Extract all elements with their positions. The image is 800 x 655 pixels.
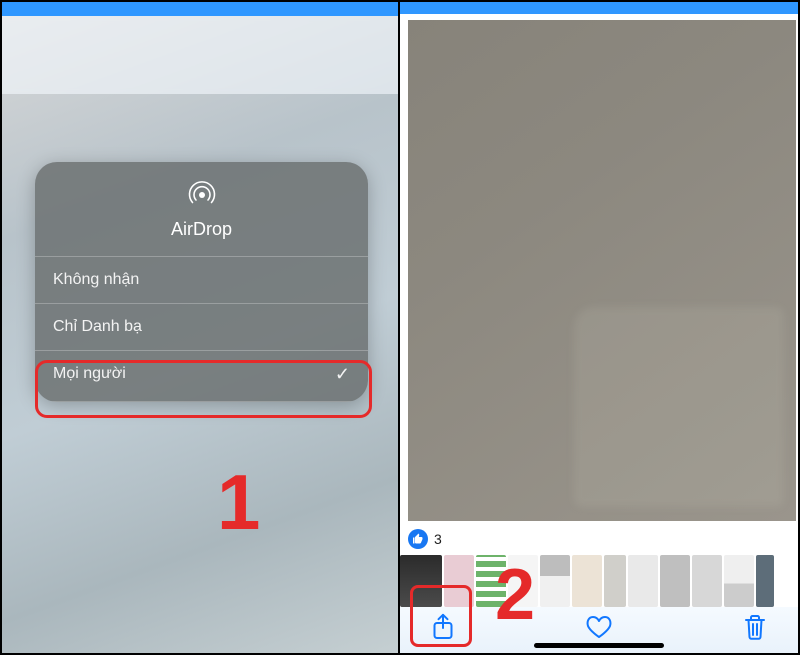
thumbnail[interactable] <box>724 555 754 607</box>
airdrop-option-off-label: Không nhận <box>53 271 139 289</box>
like-icon <box>408 529 428 549</box>
airdrop-card: AirDrop Không nhận Chỉ Danh bạ Mọi người… <box>35 162 368 402</box>
airdrop-option-off[interactable]: Không nhận <box>35 256 368 303</box>
trash-icon <box>743 613 767 646</box>
airdrop-header: AirDrop <box>35 162 368 256</box>
thumbnail[interactable] <box>604 555 626 607</box>
like-row[interactable]: 3 <box>408 529 442 549</box>
annotation-step-2: 2 <box>495 559 535 631</box>
airdrop-option-contacts[interactable]: Chỉ Danh bạ <box>35 303 368 350</box>
thumbnail[interactable] <box>628 555 658 607</box>
annotation-step-1: 1 <box>217 457 260 548</box>
like-count: 3 <box>434 531 442 547</box>
checkmark-icon: ✓ <box>335 365 350 383</box>
airdrop-option-everyone[interactable]: Mọi người ✓ <box>35 350 368 402</box>
thumbnail[interactable] <box>540 555 570 607</box>
delete-button[interactable] <box>740 614 770 644</box>
thumbnail[interactable] <box>660 555 690 607</box>
thumbnail[interactable] <box>444 555 474 607</box>
share-icon <box>430 613 456 646</box>
share-button[interactable] <box>428 614 458 644</box>
bottom-toolbar <box>400 607 798 653</box>
home-indicator[interactable] <box>534 643 664 648</box>
photos-viewer-panel: 3 <box>400 2 798 653</box>
airdrop-title: AirDrop <box>35 219 368 240</box>
photo-preview[interactable] <box>408 20 796 521</box>
heart-icon <box>585 614 613 645</box>
thumbnail[interactable] <box>400 555 442 607</box>
status-bar <box>400 2 798 14</box>
thumbnail-strip[interactable] <box>400 555 798 607</box>
airdrop-icon <box>187 178 217 213</box>
airdrop-option-everyone-label: Mọi người <box>53 365 126 383</box>
thumbnail[interactable] <box>756 555 774 607</box>
thumbnail[interactable] <box>572 555 602 607</box>
thumbnail[interactable] <box>692 555 722 607</box>
favorite-button[interactable] <box>584 614 614 644</box>
airdrop-settings-panel: AirDrop Không nhận Chỉ Danh bạ Mọi người… <box>2 2 400 653</box>
airdrop-option-contacts-label: Chỉ Danh bạ <box>53 318 142 336</box>
